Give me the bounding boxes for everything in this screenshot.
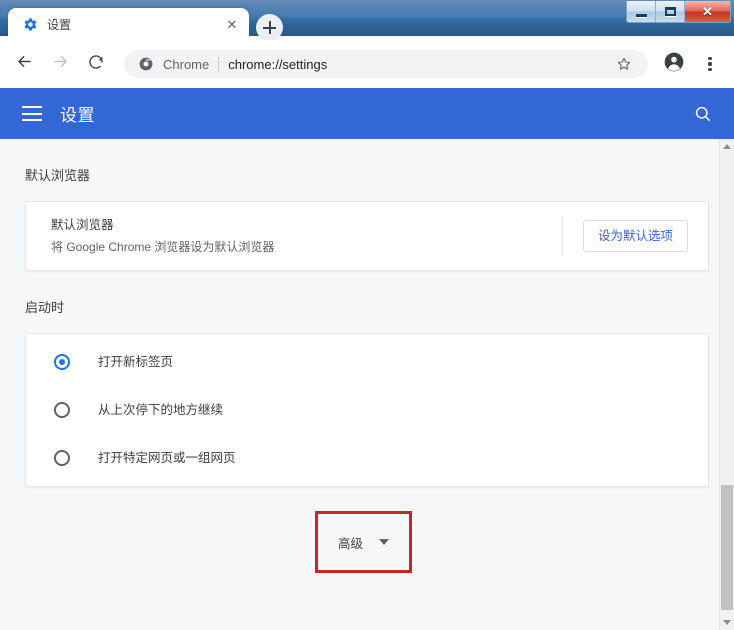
scrollbar-thumb[interactable] <box>721 485 733 610</box>
forward-button[interactable] <box>45 49 75 79</box>
radio-button-selected-icon[interactable] <box>54 354 70 370</box>
scroll-up-arrow-icon[interactable] <box>720 139 734 154</box>
radio-button-icon[interactable] <box>54 450 70 466</box>
startup-option-specific-pages[interactable]: 打开特定网页或一组网页 <box>26 434 708 482</box>
section-title-default-browser: 默认浏览器 <box>25 168 91 183</box>
startup-option-label: 打开特定网页或一组网页 <box>98 451 236 465</box>
card-default-browser: 默认浏览器 将 Google Chrome 浏览器设为默认浏览器 设为默认选项 <box>25 201 709 271</box>
gear-icon <box>22 16 38 32</box>
vertical-scrollbar[interactable] <box>719 139 734 630</box>
star-icon[interactable] <box>614 56 634 72</box>
advanced-section: 高级 <box>0 487 719 597</box>
default-browser-primary-label: 默认浏览器 <box>51 218 114 232</box>
tab-close-button[interactable]: ✕ <box>223 15 241 33</box>
back-button[interactable] <box>9 49 39 79</box>
tab-strip: 设置 ✕ <box>0 8 734 41</box>
plus-icon <box>263 21 276 34</box>
chevron-down-icon <box>379 539 389 545</box>
three-dots-menu-icon <box>699 53 721 75</box>
back-arrow-icon <box>15 52 34 76</box>
startup-option-label: 从上次停下的地方继续 <box>98 403 224 417</box>
profile-button[interactable] <box>659 49 689 79</box>
hamburger-menu-icon[interactable] <box>22 106 42 121</box>
card-on-startup: 打开新标签页 从上次停下的地方继续 打开特定网页或一组网页 <box>25 333 709 487</box>
make-default-button[interactable]: 设为默认选项 <box>582 220 688 252</box>
tab-title: 设置 <box>47 17 72 32</box>
omnibox-scheme-label: Chrome <box>163 56 210 72</box>
chrome-logo-icon <box>138 56 154 72</box>
scroll-down-arrow-icon[interactable] <box>720 615 734 630</box>
page-title: 设置 <box>60 106 95 125</box>
make-default-wrapper: 设为默认选项 <box>563 220 708 252</box>
startup-option-new-tab[interactable]: 打开新标签页 <box>26 338 708 386</box>
advanced-label: 高级 <box>337 536 363 551</box>
forward-arrow-icon <box>51 52 70 76</box>
browser-toolbar: Chrome chrome://settings <box>0 40 734 88</box>
omnibox-separator <box>218 56 220 72</box>
address-bar[interactable]: Chrome chrome://settings <box>124 50 648 78</box>
settings-header-bar: 设置 <box>0 88 734 139</box>
chrome-menu-button[interactable] <box>695 49 725 79</box>
search-icon[interactable] <box>690 101 716 127</box>
toolbar-right-group <box>656 49 728 79</box>
reload-icon <box>87 53 105 76</box>
omnibox-url-text: chrome://settings <box>228 56 328 72</box>
advanced-expand-button[interactable]: 高级 <box>324 520 403 564</box>
default-browser-texts: 默认浏览器 将 Google Chrome 浏览器设为默认浏览器 <box>51 215 562 257</box>
startup-option-continue[interactable]: 从上次停下的地方继续 <box>26 386 708 434</box>
default-browser-row: 默认浏览器 将 Google Chrome 浏览器设为默认浏览器 设为默认选项 <box>26 202 708 270</box>
reload-button[interactable] <box>81 49 111 79</box>
radio-button-icon[interactable] <box>54 402 70 418</box>
startup-option-label: 打开新标签页 <box>98 355 174 369</box>
browser-window: ✕ 设置 ✕ Chrome chrome://settings 设置 默认浏览器… <box>0 0 734 630</box>
section-title-on-startup: 启动时 <box>25 300 65 315</box>
new-tab-button[interactable] <box>256 14 283 41</box>
tab-settings[interactable]: 设置 ✕ <box>8 8 249 40</box>
default-browser-secondary-label: 将 Google Chrome 浏览器设为默认浏览器 <box>51 240 275 254</box>
profile-avatar-icon <box>663 51 685 78</box>
startup-radio-group: 打开新标签页 从上次停下的地方继续 打开特定网页或一组网页 <box>26 334 708 486</box>
settings-content: 默认浏览器 默认浏览器 将 Google Chrome 浏览器设为默认浏览器 设… <box>0 139 719 630</box>
